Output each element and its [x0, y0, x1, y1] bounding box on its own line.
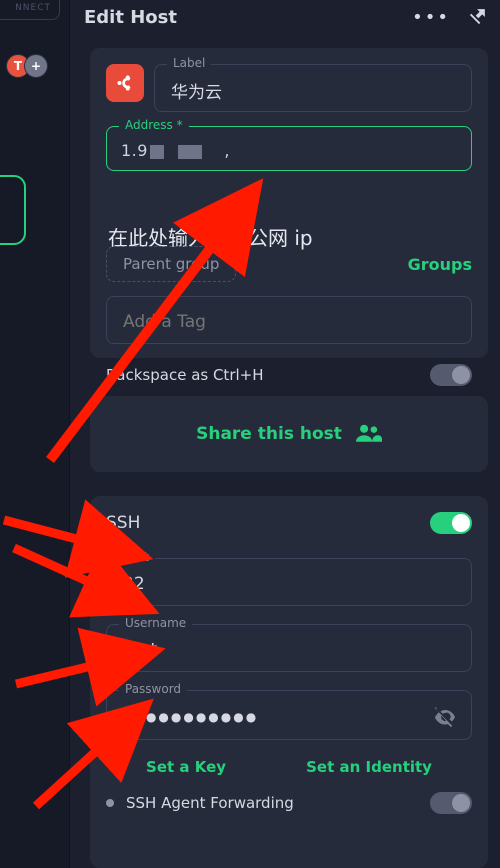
- os-ubuntu-icon[interactable]: [106, 64, 144, 102]
- username-field-label: Username: [119, 616, 192, 630]
- address-field-label: Address *: [119, 118, 189, 132]
- key-identity-row: Set a Key Set an Identity: [106, 758, 472, 776]
- label-input[interactable]: [169, 79, 457, 101]
- add-workspace-button[interactable]: +: [24, 54, 48, 78]
- share-host-button[interactable]: Share this host: [196, 424, 342, 444]
- connect-label: NNECT: [15, 3, 51, 13]
- ssh-section-title: SSH: [106, 513, 140, 533]
- export-icon[interactable]: [468, 4, 490, 30]
- agent-forwarding-toggle[interactable]: [430, 792, 472, 814]
- address-field[interactable]: Address * 1.9 ,: [106, 126, 472, 171]
- visibility-off-icon[interactable]: [433, 705, 457, 729]
- username-field[interactable]: Username: [106, 624, 472, 672]
- port-field[interactable]: Port: [106, 558, 472, 606]
- password-field[interactable]: Password ●●●●●●●●●●●: [106, 690, 472, 740]
- groups-link[interactable]: Groups: [408, 255, 472, 274]
- parent-group-placeholder: Parent group: [123, 255, 219, 273]
- set-identity-button[interactable]: Set an Identity: [306, 758, 432, 776]
- label-field[interactable]: Label: [154, 64, 472, 112]
- host-settings-card: Label Address * 1.9 , 在此处输入你的公网 ip Paren…: [90, 48, 488, 358]
- share-people-icon: [356, 421, 382, 447]
- bullet-icon: [106, 799, 114, 807]
- backspace-toggle-row: Backspace as Ctrl+H: [106, 364, 472, 386]
- more-options-button[interactable]: •••: [412, 7, 450, 28]
- port-input[interactable]: [121, 573, 457, 595]
- page-header: Edit Host •••: [84, 0, 490, 34]
- backspace-toggle[interactable]: [430, 364, 472, 386]
- tag-field[interactable]: [106, 296, 472, 344]
- avatar-cluster: T +: [6, 54, 48, 78]
- address-input[interactable]: 1.9 ,: [121, 141, 457, 160]
- left-sidebar: NNECT T +: [0, 0, 70, 868]
- header-actions: •••: [412, 4, 490, 30]
- label-field-label: Label: [167, 56, 211, 70]
- sidebar-selected-item[interactable]: [0, 175, 26, 245]
- agent-forwarding-label: SSH Agent Forwarding: [126, 794, 418, 812]
- ssh-card: SSH Port Username Password ●●●●●●●●●●● S…: [90, 496, 488, 868]
- parent-group-field[interactable]: Parent group: [106, 246, 236, 282]
- port-field-label: Port: [119, 550, 155, 564]
- share-card[interactable]: Share this host: [90, 396, 488, 472]
- password-field-label: Password: [119, 682, 187, 696]
- password-input[interactable]: ●●●●●●●●●●●: [121, 710, 423, 724]
- set-key-button[interactable]: Set a Key: [146, 758, 226, 776]
- agent-forwarding-row: SSH Agent Forwarding: [106, 792, 472, 814]
- connect-tile[interactable]: NNECT: [0, 0, 60, 20]
- page-title: Edit Host: [84, 7, 177, 28]
- ssh-enable-toggle[interactable]: [430, 512, 472, 534]
- username-input[interactable]: [121, 639, 457, 661]
- tag-input[interactable]: [121, 311, 457, 333]
- backspace-label: Backspace as Ctrl+H: [106, 366, 264, 384]
